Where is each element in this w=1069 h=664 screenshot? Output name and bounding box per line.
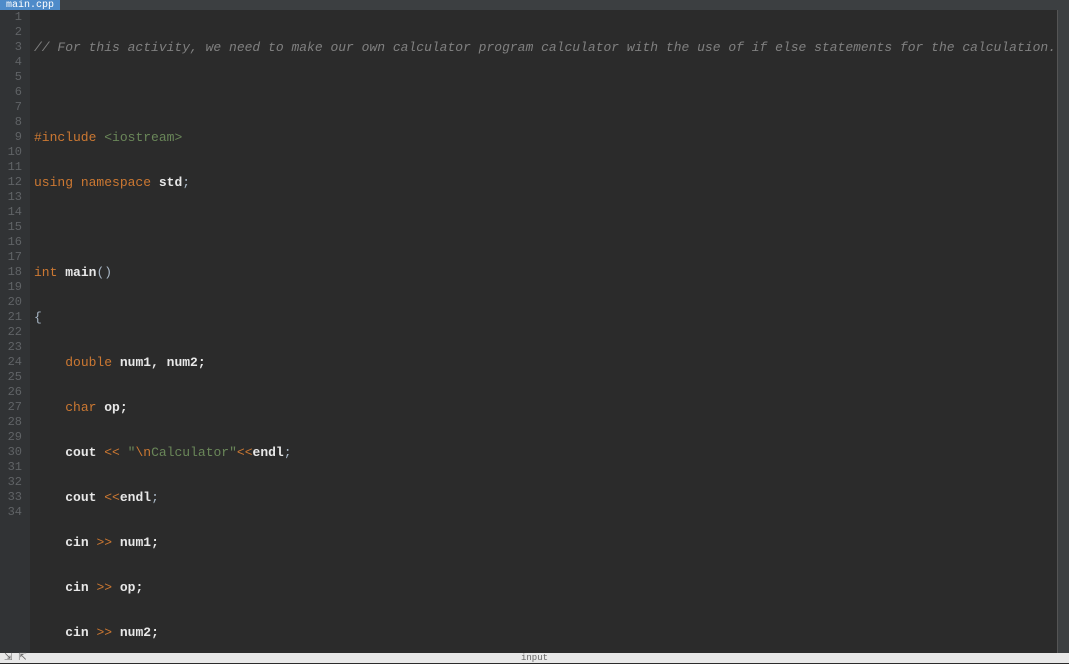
line-number: 26 — [4, 385, 22, 400]
line-number: 18 — [4, 265, 22, 280]
line-gutter: 1234567891011121314151617181920212223242… — [0, 10, 30, 653]
line-number: 14 — [4, 205, 22, 220]
line-number: 5 — [4, 70, 22, 85]
line-number: 23 — [4, 340, 22, 355]
tab-main-cpp[interactable]: main.cpp — [0, 0, 60, 10]
line-number: 17 — [4, 250, 22, 265]
editor-container: 1234567891011121314151617181920212223242… — [0, 10, 1069, 653]
line-number: 12 — [4, 175, 22, 190]
line-number: 24 — [4, 355, 22, 370]
line-number: 20 — [4, 295, 22, 310]
line-number: 13 — [4, 190, 22, 205]
line-number: 3 — [4, 40, 22, 55]
line-number: 32 — [4, 475, 22, 490]
line-number: 2 — [4, 25, 22, 40]
input-panel-label[interactable]: input — [521, 653, 548, 663]
line-number: 19 — [4, 280, 22, 295]
line-number: 1 — [4, 10, 22, 25]
line-number: 29 — [4, 430, 22, 445]
line-number: 7 — [4, 100, 22, 115]
status-left-icons: ⇲ ⇱ — [4, 652, 27, 664]
collapse-icon[interactable]: ⇲ — [4, 652, 12, 664]
line-number: 9 — [4, 130, 22, 145]
line-number: 16 — [4, 235, 22, 250]
line-number: 31 — [4, 460, 22, 475]
line-number: 34 — [4, 505, 22, 520]
line-number: 22 — [4, 325, 22, 340]
line-number: 11 — [4, 160, 22, 175]
line-number: 25 — [4, 370, 22, 385]
comment-line: // For this activity, we need to make ou… — [34, 40, 1056, 55]
line-number: 6 — [4, 85, 22, 100]
expand-icon[interactable]: ⇱ — [18, 652, 26, 664]
line-number: 21 — [4, 310, 22, 325]
line-number: 8 — [4, 115, 22, 130]
line-number: 28 — [4, 415, 22, 430]
line-number: 15 — [4, 220, 22, 235]
line-number: 30 — [4, 445, 22, 460]
tab-bar: main.cpp — [0, 0, 1069, 10]
line-number: 33 — [4, 490, 22, 505]
line-number: 27 — [4, 400, 22, 415]
status-bar: ⇲ ⇱ input — [0, 653, 1069, 663]
line-number: 10 — [4, 145, 22, 160]
code-editor[interactable]: // For this activity, we need to make ou… — [30, 10, 1057, 653]
line-number: 4 — [4, 55, 22, 70]
vertical-scrollbar[interactable] — [1057, 10, 1069, 653]
